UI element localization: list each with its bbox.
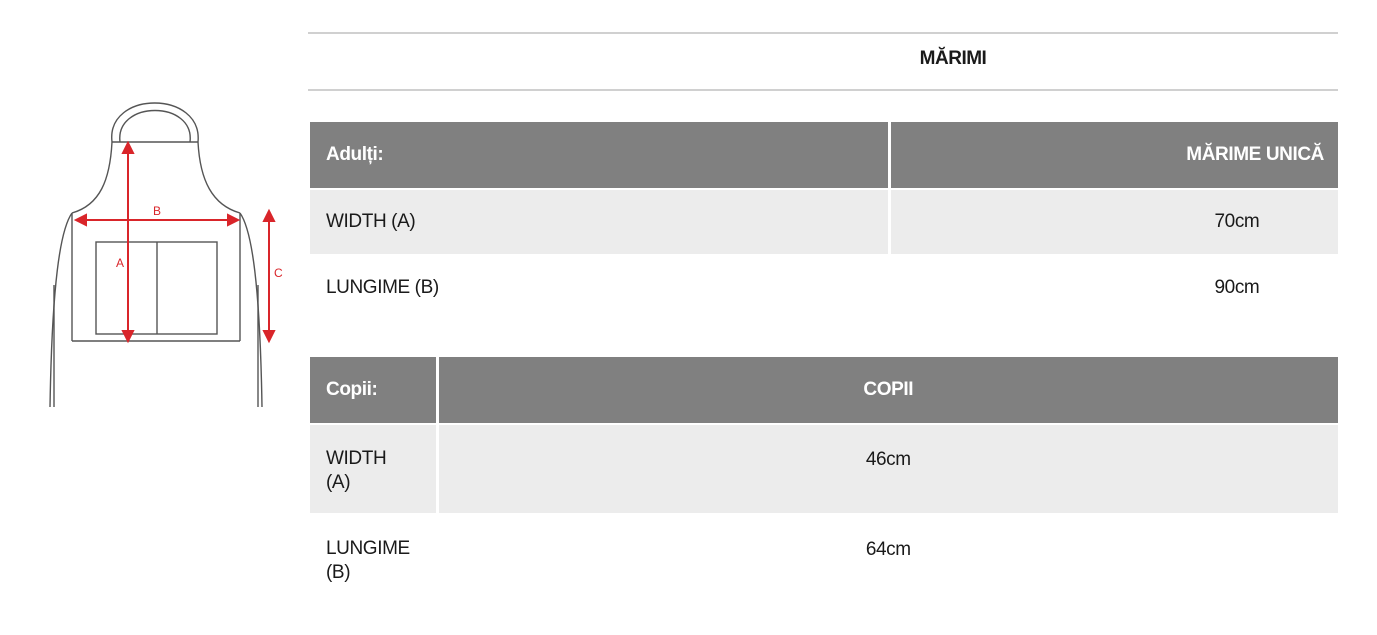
label-c: C xyxy=(274,266,283,280)
title-rule-top xyxy=(308,32,1338,34)
row-label: WIDTH (A) xyxy=(310,423,437,514)
row-label-line1: WIDTH xyxy=(326,448,387,469)
apron-diagram: A B C xyxy=(49,102,283,408)
row-value: 46cm xyxy=(435,423,1338,514)
adult-header-label: Adulți: xyxy=(310,122,889,189)
label-a: A xyxy=(116,256,124,270)
table-row: WIDTH (A) 70cm xyxy=(310,188,1338,255)
row-label: LUNGIME (B) xyxy=(310,513,437,604)
row-value: 70cm xyxy=(887,188,1338,255)
table-header-row: Copii: COPII xyxy=(310,357,1338,424)
adult-header-size: MĂRIME UNICĂ xyxy=(887,122,1338,189)
table-row: LUNGIME (B) 90cm xyxy=(310,254,1338,320)
children-header-size: COPII xyxy=(435,357,1338,424)
row-value: 90cm xyxy=(887,254,1338,320)
adult-size-table: Adulți: MĂRIME UNICĂ WIDTH (A) 70cm LUNG… xyxy=(310,122,1338,320)
children-size-table: Copii: COPII WIDTH (A) 46cm LUNGIME (B) 64… xyxy=(310,357,1338,604)
row-value: 64cm xyxy=(435,513,1338,604)
row-label-line1: LUNGIME xyxy=(326,538,410,559)
apron-outline xyxy=(49,102,263,408)
row-label-line2: (A) xyxy=(326,472,351,493)
title-rule-bottom xyxy=(308,89,1338,91)
row-label-line2: (B) xyxy=(326,562,351,583)
children-header-label: Copii: xyxy=(310,357,437,424)
row-label: LUNGIME (B) xyxy=(310,254,889,320)
table-row: LUNGIME (B) 64cm xyxy=(310,513,1338,604)
table-header-row: Adulți: MĂRIME UNICĂ xyxy=(310,122,1338,189)
label-b: B xyxy=(153,204,161,218)
page-title: MĂRIMI xyxy=(919,48,987,69)
table-row: WIDTH (A) 46cm xyxy=(310,423,1338,514)
row-label: WIDTH (A) xyxy=(310,188,889,255)
